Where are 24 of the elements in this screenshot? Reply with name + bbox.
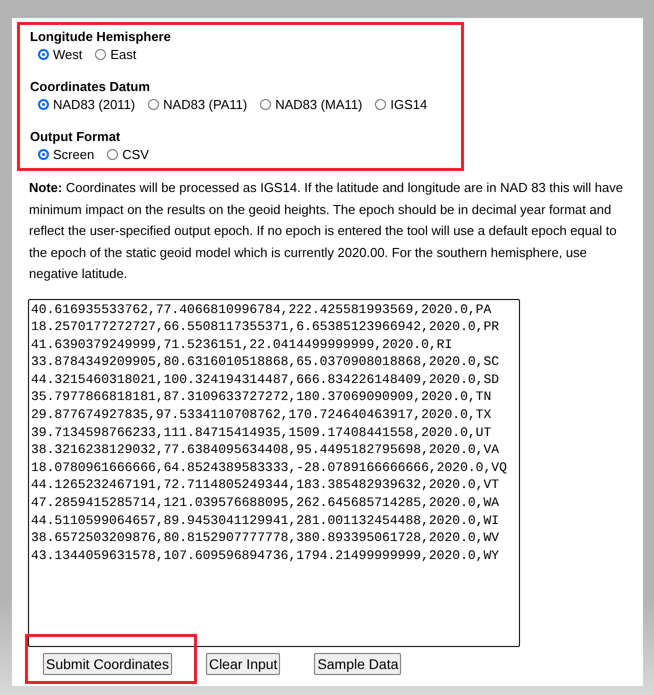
radio-label[interactable]: NAD83 (2011)	[53, 96, 136, 113]
radio-label[interactable]: East	[110, 46, 136, 63]
radio-button[interactable]	[107, 149, 118, 160]
radio-button[interactable]	[38, 99, 49, 110]
radio-button[interactable]	[95, 49, 106, 60]
form-button[interactable]: Submit Coordinates	[43, 652, 172, 674]
radio-button[interactable]	[38, 149, 49, 160]
form-button[interactable]: Sample Data	[314, 652, 402, 674]
radio-button[interactable]	[38, 49, 49, 60]
group-title: Longitude Hemisphere	[30, 28, 172, 45]
group-title: Output Format	[30, 128, 122, 145]
radio-label[interactable]: NAD83 (MA11)	[275, 96, 362, 113]
radio-button[interactable]	[148, 99, 160, 110]
coordinates-input-field[interactable]: 40.616935533762,77.4066810996784,222.425581993569,2020.0,PA 18.2570177272727,66.5508117355371,6.65385123966942,2020.0,PR 41.6390379249999,71.5236151,22.0414499999999,2020.0,RI 33.8784349209905,80.6316010518868,65.0370908018868,2020.0,SC 44.3215460318021,100.324194314487,666.834226148409,2020.0,SD 35.7977866818181,87.3109633727272,180.37069090909,2020.0,TN 29.877674927835,97.5334110708762,170.724640463917,2020.0,TX 39.7134598766233,111.84715414935,1509.17408441558,2020.0,UT 38.3216238129032,77.6384095634408,95.4495182795698,2020.0,VA 18.0780961666666,64.8524389583333,-28.0789166666666,2020.0,VQ 44.1265232467191,72.7114805249344,183.385482939632,2020.0,VT 47.2859415285714,121.039576688095,262.645685714285,2020.0,WA 44.5110599064657,89.9453041129941,281.001132454488,2020.0,WI 38.6572503209876,80.8152907777778,380.893395061728,2020.0,WV 43.1344059631578,107.609596894736,1794.21499999999,2020.0,WY	[28, 298, 520, 646]
radio-label[interactable]: IGS14	[390, 96, 428, 113]
radio-label[interactable]: NAD83 (PA11)	[163, 96, 248, 113]
radio-label[interactable]: West	[53, 46, 82, 63]
radio-label[interactable]: Screen	[53, 146, 94, 163]
radio-button[interactable]	[375, 99, 386, 110]
note-text: Note: Coordinates will be processed as IGS14. If the latitude and longitude are in NAD 83 this will have minimum impact on the results on the geoid heights. The epoch should be in decimal year format and reflect the user-specified output epoch. If no epoch is entered the tool will use a default epoch equal to the epoch of the static geoid model which is currently 2020.00. For the southern hemisphere, use negative latitude.	[29, 179, 624, 283]
radio-label[interactable]: CSV	[122, 146, 149, 163]
group-title: Coordinates Datum	[30, 78, 151, 95]
form-button[interactable]: Clear Input	[206, 652, 280, 674]
radio-button[interactable]	[260, 99, 272, 110]
